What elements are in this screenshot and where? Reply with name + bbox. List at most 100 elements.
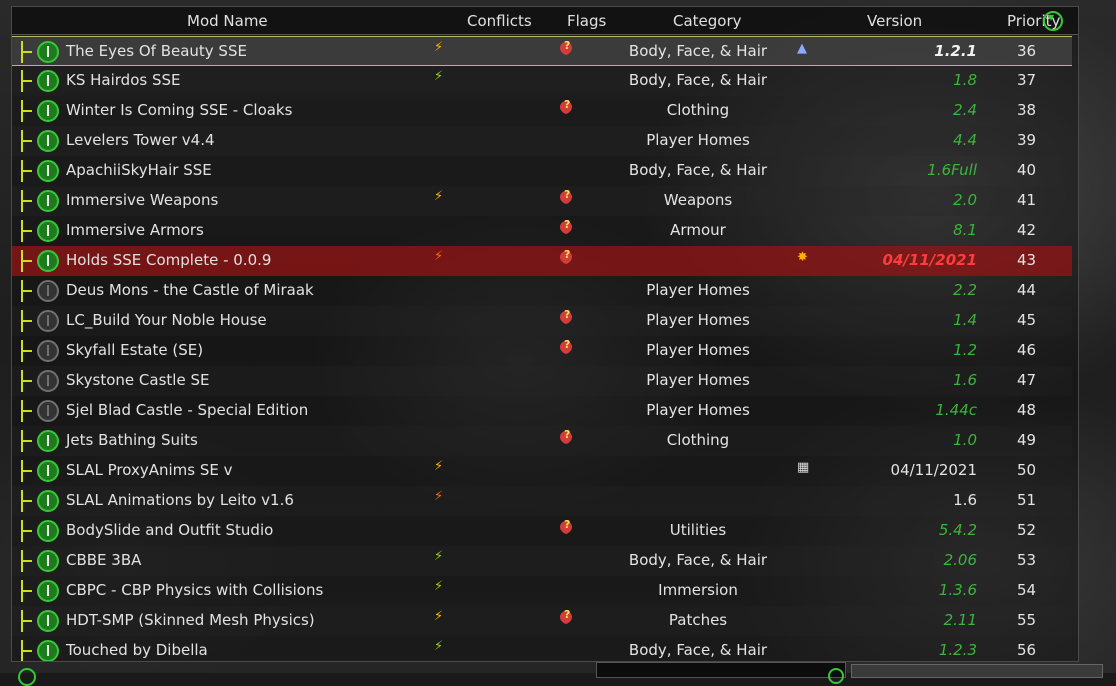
tree-connector <box>21 190 33 212</box>
mod-enabled-toggle[interactable] <box>37 250 59 272</box>
mod-enabled-toggle[interactable] <box>37 190 59 212</box>
tree-connector <box>21 610 33 632</box>
mod-enabled-toggle[interactable] <box>37 640 59 661</box>
column-version[interactable]: Version <box>867 12 922 30</box>
mod-version: 1.2.3 <box>938 641 977 659</box>
tree-connector <box>21 70 33 92</box>
mod-name: KS Hairdos SSE <box>66 71 181 89</box>
mod-disabled-toggle[interactable] <box>37 280 59 302</box>
mod-category: Player Homes <box>646 131 750 149</box>
mod-disabled-toggle[interactable] <box>37 340 59 362</box>
mod-row[interactable]: Sjel Blad Castle - Special Edition Player… <box>12 396 1072 426</box>
column-category[interactable]: Category <box>673 12 742 30</box>
tree-connector <box>21 490 33 512</box>
mod-version: 2.11 <box>943 611 977 629</box>
mod-disabled-toggle[interactable] <box>37 400 59 422</box>
mod-enabled-toggle[interactable] <box>37 430 59 452</box>
mod-row[interactable]: KS Hairdos SSE ⚡ Body, Face, & Hair 1.8 37 <box>12 66 1072 96</box>
mod-priority: 54 <box>1017 581 1037 599</box>
conflict-overwrite-icon[interactable]: ⚡ <box>434 40 443 55</box>
mod-row[interactable]: CBBE 3BA ⚡ Body, Face, & Hair 2.06 53 <box>12 546 1072 576</box>
mod-row[interactable]: Skystone Castle SE Player Homes 1.6 47 <box>12 366 1072 396</box>
mod-enabled-toggle[interactable] <box>37 130 59 152</box>
notes-flag-icon[interactable] <box>557 608 575 626</box>
mod-enabled-toggle[interactable] <box>37 100 59 122</box>
mod-enabled-toggle[interactable] <box>37 70 59 92</box>
mod-row[interactable]: SLAL ProxyAnims SE v ⚡ ▦ 04/11/2021 50 <box>12 456 1072 486</box>
mod-row[interactable]: HDT-SMP (Skinned Mesh Physics) ⚡ Patches 2.… <box>12 606 1072 636</box>
mod-version: 1.6 <box>953 491 977 509</box>
mod-enabled-toggle[interactable] <box>37 460 59 482</box>
mod-row[interactable]: LC_Build Your Noble House Player Homes 1.4… <box>12 306 1072 336</box>
mod-row[interactable]: ApachiiSkyHair SSE Body, Face, & Hair 1.6F… <box>12 156 1072 186</box>
conflict-overwrite-icon[interactable]: ⚡ <box>434 459 443 474</box>
column-flags[interactable]: Flags <box>567 12 606 30</box>
mod-priority: 49 <box>1017 431 1037 449</box>
mod-disabled-toggle[interactable] <box>37 310 59 332</box>
conflict-mixed-icon[interactable]: ⚡ <box>434 639 443 654</box>
mod-enabled-toggle[interactable] <box>37 220 59 242</box>
mod-row[interactable]: The Eyes Of Beauty SSE ⚡ Body, Face, & Hai… <box>12 36 1072 66</box>
filter-clear-icon[interactable] <box>828 668 844 684</box>
mod-category: Clothing <box>666 431 730 449</box>
conflict-overwritten-icon[interactable]: ⚡ <box>434 249 443 264</box>
column-conflicts[interactable]: Conflicts <box>467 12 532 30</box>
mod-disabled-toggle[interactable] <box>37 370 59 392</box>
mod-category: Patches <box>668 611 728 629</box>
conflict-overwrite-icon[interactable]: ⚡ <box>434 609 443 624</box>
notes-flag-icon[interactable] <box>557 39 575 57</box>
mod-name: Skyfall Estate (SE) <box>66 341 204 359</box>
mod-enabled-toggle[interactable] <box>37 490 59 512</box>
conflict-overwrite-icon[interactable]: ⚡ <box>434 189 443 204</box>
mod-priority: 56 <box>1017 641 1037 659</box>
mod-enabled-toggle[interactable] <box>37 580 59 602</box>
mod-list-panel: Mod Name Conflicts Flags Category Versio… <box>11 6 1079 662</box>
mod-enabled-toggle[interactable] <box>37 520 59 542</box>
bottom-button[interactable] <box>851 664 1103 678</box>
mod-enabled-toggle[interactable] <box>37 610 59 632</box>
mod-row[interactable]: Levelers Tower v4.4 Player Homes 4.4 39 <box>12 126 1072 156</box>
mod-category: Body, Face, & Hair <box>628 551 768 569</box>
tree-connector <box>21 550 33 572</box>
conflict-overwritten-icon[interactable]: ⚡ <box>434 489 443 504</box>
mod-row[interactable]: BodySlide and Outfit Studio Utilities 5.4.… <box>12 516 1072 546</box>
mod-name: LC_Build Your Noble House <box>66 311 267 329</box>
column-mod-name[interactable]: Mod Name <box>187 12 268 30</box>
mod-row[interactable]: Winter Is Coming SSE - Cloaks Clothing 2.4… <box>12 96 1072 126</box>
notes-flag-icon[interactable] <box>557 428 575 446</box>
mod-row[interactable]: Jets Bathing Suits Clothing 1.0 49 <box>12 426 1072 456</box>
conflict-mixed-icon[interactable]: ⚡ <box>434 579 443 594</box>
conflict-mixed-icon[interactable]: ⚡ <box>434 549 443 564</box>
notes-flag-icon[interactable] <box>557 188 575 206</box>
mod-row[interactable]: Immersive Armors Armour 8.1 42 <box>12 216 1072 246</box>
tree-connector <box>21 250 33 272</box>
mod-row[interactable]: Immersive Weapons ⚡ Weapons 2.0 41 <box>12 186 1072 216</box>
mod-row[interactable]: Skyfall Estate (SE) Player Homes 1.2 46 <box>12 336 1072 366</box>
filter-input[interactable] <box>596 662 846 678</box>
notes-flag-icon[interactable] <box>557 338 575 356</box>
mod-enabled-toggle[interactable] <box>37 550 59 572</box>
notes-flag-icon[interactable] <box>557 218 575 236</box>
notes-flag-icon[interactable] <box>557 308 575 326</box>
mod-row[interactable]: CBPC - CBP Physics with Collisions ⚡ Immer… <box>12 576 1072 606</box>
mod-version: 1.3.6 <box>938 581 977 599</box>
notes-flag-icon[interactable] <box>557 98 575 116</box>
notes-flag-icon[interactable] <box>557 248 575 266</box>
mod-priority: 48 <box>1017 401 1037 419</box>
status-icon[interactable] <box>18 668 36 686</box>
mod-category: Player Homes <box>646 311 750 329</box>
mod-name: Winter Is Coming SSE - Cloaks <box>66 101 293 119</box>
notes-flag-icon[interactable] <box>557 518 575 536</box>
conflict-mixed-icon[interactable]: ⚡ <box>434 69 443 84</box>
mod-row[interactable]: SLAL Animations by Leito v1.6 ⚡ 1.6 51 <box>12 486 1072 516</box>
mod-row[interactable]: Deus Mons - the Castle of Miraak Player H… <box>12 276 1072 306</box>
mod-enabled-toggle[interactable] <box>37 41 59 63</box>
mod-row[interactable]: Holds SSE Complete - 0.0.9 ⚡ ✸ 04/11/2021 43 <box>12 246 1072 276</box>
tree-connector <box>21 130 33 152</box>
mod-priority: 43 <box>1017 251 1037 269</box>
mod-row[interactable]: Touched by Dibella ⚡ Body, Face, & Hair 1.2… <box>12 636 1072 661</box>
sort-filter-icon[interactable] <box>1043 10 1063 31</box>
mod-name: Immersive Armors <box>66 221 204 239</box>
mod-category: Player Homes <box>646 371 750 389</box>
mod-enabled-toggle[interactable] <box>37 160 59 182</box>
